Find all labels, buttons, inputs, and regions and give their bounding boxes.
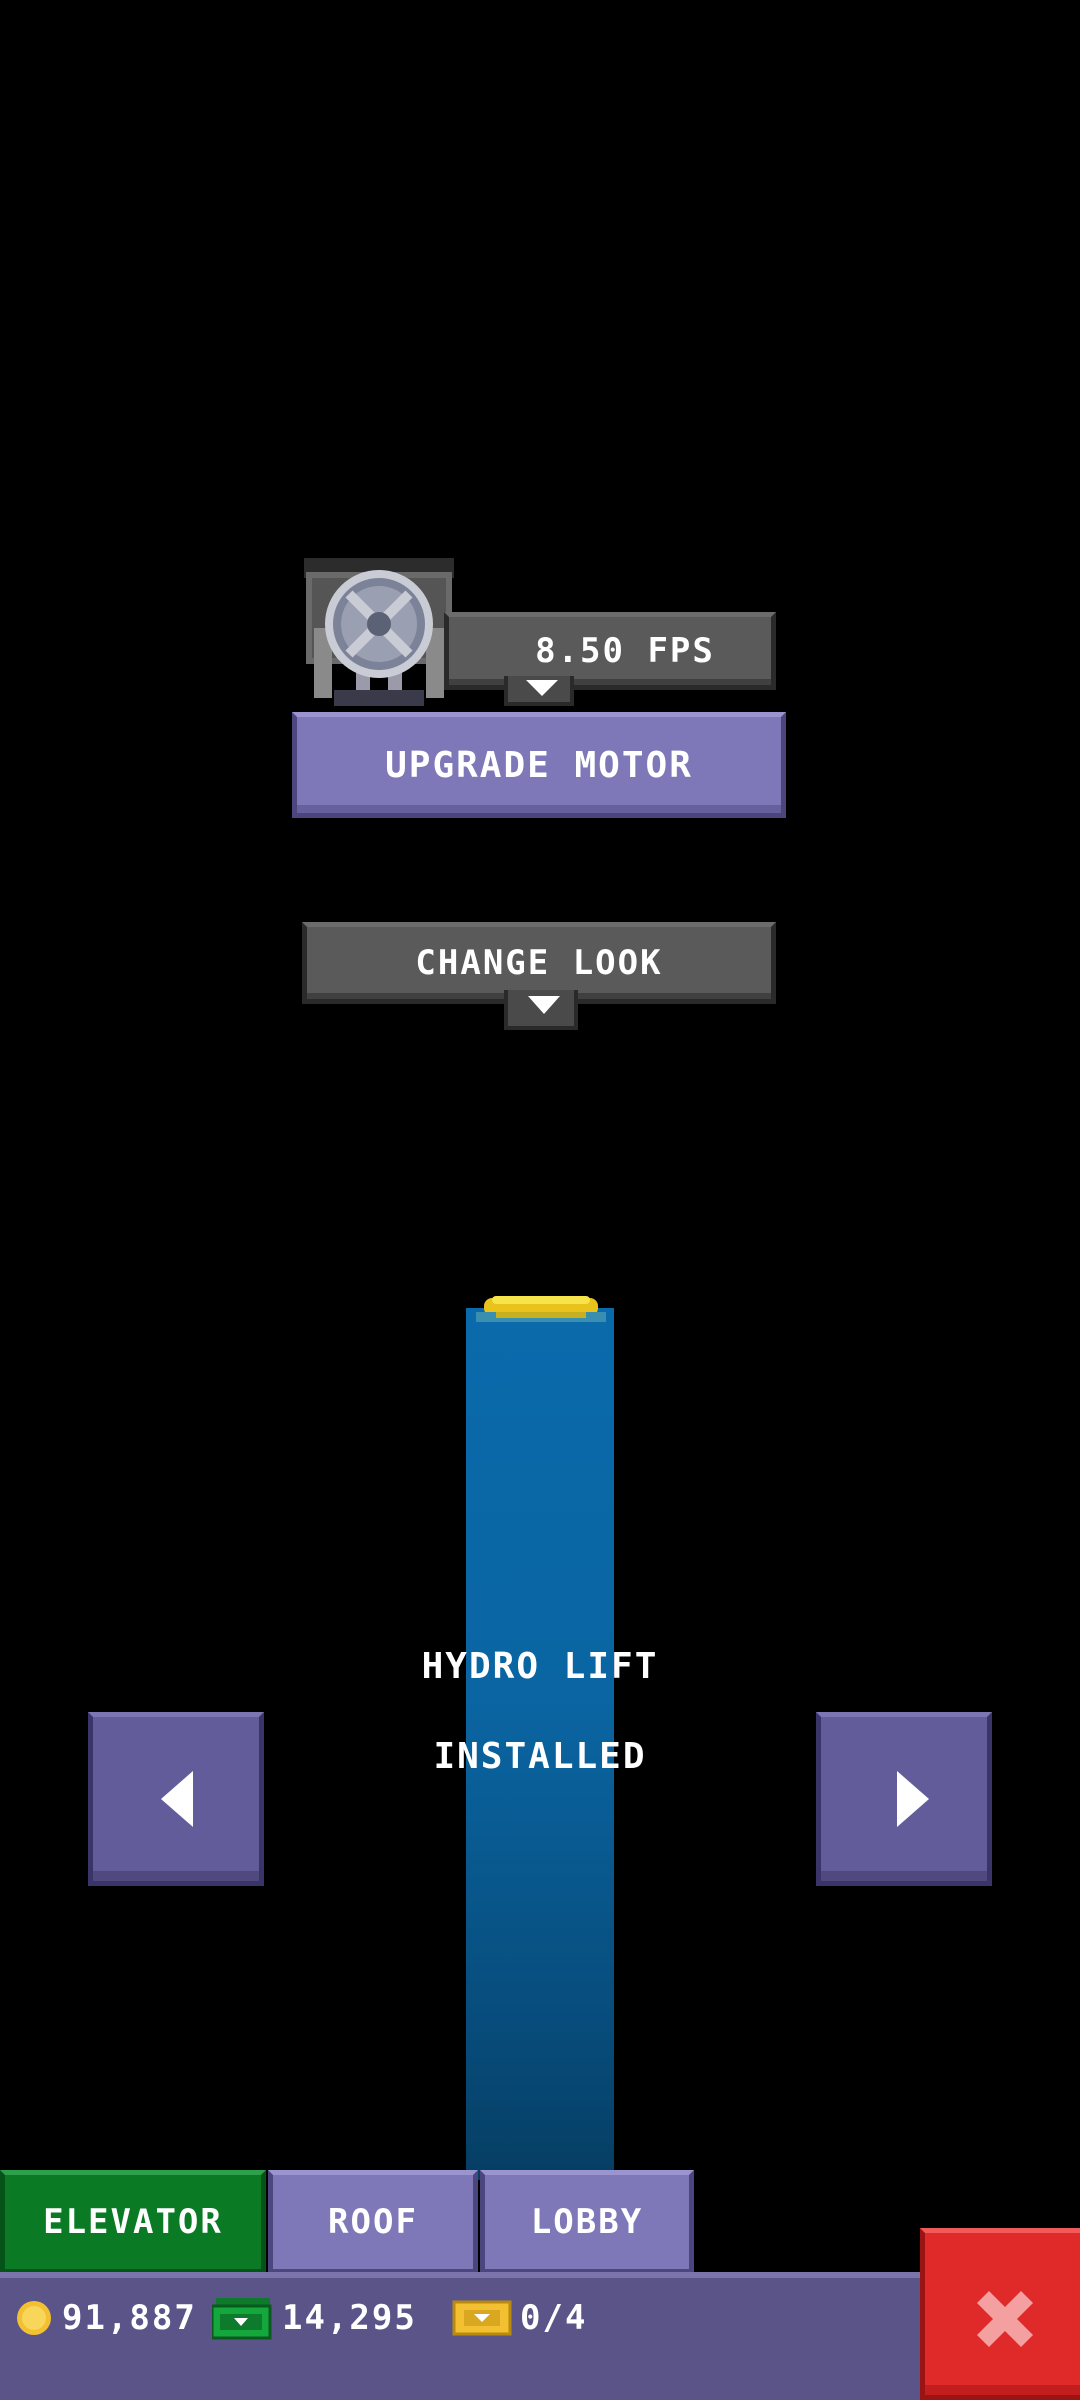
motor-speed-label: 8.50 FPS — [535, 631, 715, 671]
change-look-dropdown[interactable] — [504, 990, 578, 1030]
motor-speed-display: 8.50 FPS — [444, 612, 776, 690]
bux-value: 14,295 — [282, 2298, 417, 2338]
previous-elevator-button[interactable] — [88, 1712, 264, 1886]
right-arrow-icon — [897, 1771, 929, 1827]
game-screen: 8.50 FPS UPGRADE MOTOR CHANGE LOOK HYDRO… — [0, 0, 1080, 2400]
change-look-label: CHANGE LOOK — [415, 943, 663, 983]
upgrade-motor-button[interactable]: UPGRADE MOTOR — [292, 712, 786, 818]
bux-counter: 14,295 — [212, 2290, 417, 2346]
coin-icon — [17, 2301, 51, 2335]
tickets-value: 0/4 — [520, 2298, 588, 2338]
motor-speed-dropdown[interactable] — [504, 676, 574, 706]
elevator-name: HYDRO LIFT — [421, 1646, 659, 1687]
ticket-icon — [452, 2300, 512, 2336]
coins-value: 91,887 — [62, 2298, 197, 2338]
tickets-counter: 0/4 — [452, 2290, 587, 2346]
motor-gear-icon — [304, 558, 454, 708]
elevator-status: INSTALLED — [433, 1736, 647, 1777]
tab-lobby[interactable]: LOBBY — [480, 2170, 694, 2274]
tab-elevator-label: ELEVATOR — [43, 2202, 223, 2242]
coins-counter: 91,887 — [14, 2290, 197, 2346]
left-arrow-icon — [161, 1771, 193, 1827]
tab-roof-label: ROOF — [328, 2202, 418, 2242]
bux-icon — [212, 2298, 272, 2340]
tab-elevator[interactable]: ELEVATOR — [0, 2170, 266, 2274]
next-elevator-button[interactable] — [816, 1712, 992, 1886]
close-button[interactable] — [920, 2228, 1080, 2400]
chevron-down-icon — [526, 680, 558, 696]
chevron-down-icon — [528, 996, 560, 1014]
tab-lobby-label: LOBBY — [530, 2202, 644, 2242]
close-x-icon — [977, 2291, 1033, 2347]
tab-roof[interactable]: ROOF — [268, 2170, 478, 2274]
elevator-cap-icon — [476, 1294, 606, 1324]
upgrade-motor-label: UPGRADE MOTOR — [385, 744, 693, 786]
